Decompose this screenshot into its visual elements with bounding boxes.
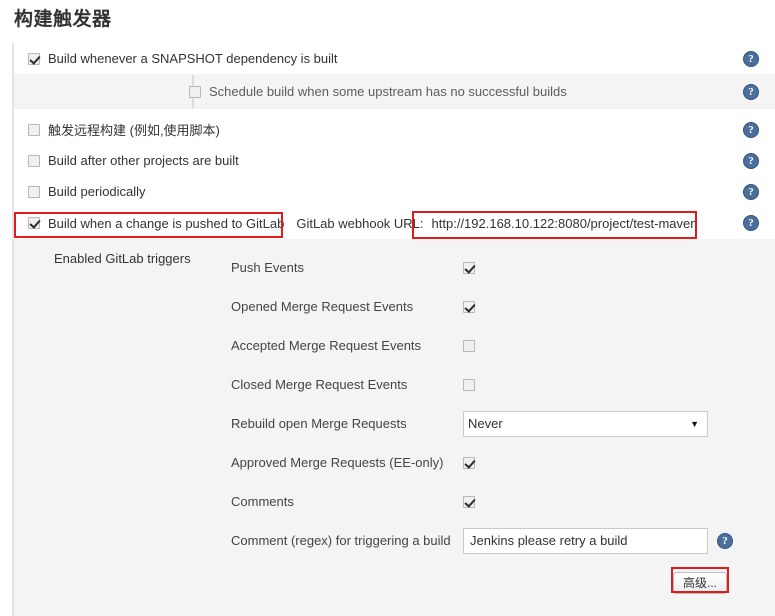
checkbox-snapshot-dependency[interactable] [28, 52, 40, 65]
advanced-button-area: 高级... [14, 560, 775, 600]
gitlab-trigger-row-opened-merge-request-events[interactable]: Opened Merge Request Events [14, 287, 775, 326]
label-opened-merge-request-events: Opened Merge Request Events [231, 299, 414, 314]
checkbox-comments[interactable] [463, 495, 475, 508]
checkbox-closed-merge-request-events[interactable] [463, 378, 475, 391]
gitlab-trigger-row-closed-merge-request-events[interactable]: Closed Merge Request Events [14, 365, 775, 404]
control-closed-merge-request-events[interactable] [463, 378, 475, 391]
trigger-label-snapshot-dependency: Build whenever a SNAPSHOT dependency is … [48, 51, 338, 66]
advanced-button[interactable]: 高级... [672, 572, 727, 594]
control-comment-regex[interactable]: ? [463, 527, 733, 554]
webhook-url-label: GitLab webhook URL: [296, 215, 424, 231]
trigger-label-build-periodically: Build periodically [48, 184, 146, 199]
trigger-row-build-periodically[interactable]: Build periodically ? [14, 176, 775, 207]
page-title: 构建触发器 [14, 9, 112, 30]
trigger-row-snapshot-dependency[interactable]: Build whenever a SNAPSHOT dependency is … [14, 43, 775, 74]
help-icon-build-periodically[interactable]: ? [743, 183, 759, 200]
label-comment-regex: Comment (regex) for triggering a build [231, 533, 451, 548]
rebuild-select-wrapper[interactable]: Never ▼ [463, 410, 708, 437]
checkbox-schedule-upstream[interactable] [189, 85, 201, 98]
comment-regex-input[interactable] [463, 527, 708, 554]
trigger-label-after-other-projects: Build after other projects are built [48, 153, 239, 168]
gitlab-triggers-block: Enabled GitLab triggers Push Events Open… [14, 239, 775, 616]
checkbox-after-other-projects[interactable] [28, 154, 40, 167]
help-icon-snapshot-dependency[interactable]: ? [743, 50, 759, 67]
help-icon-remote-build[interactable]: ? [743, 121, 759, 138]
checkbox-push-events[interactable] [463, 261, 475, 274]
label-rebuild-open-merge-requests: Rebuild open Merge Requests [231, 416, 407, 431]
label-closed-merge-request-events: Closed Merge Request Events [231, 377, 408, 392]
control-approved-merge-requests[interactable] [463, 456, 475, 469]
checkbox-accepted-merge-request-events[interactable] [463, 339, 475, 352]
checkbox-gitlab-push[interactable] [28, 217, 40, 229]
label-approved-merge-requests: Approved Merge Requests (EE-only) [231, 455, 444, 470]
rebuild-open-merge-requests-select[interactable]: Never [463, 410, 708, 437]
help-icon-comment-regex[interactable]: ? [717, 532, 733, 549]
help-icon-gitlab-push[interactable]: ? [743, 215, 759, 231]
control-comments[interactable] [463, 495, 475, 508]
trigger-label-gitlab-push: Build when a change is pushed to GitLab [48, 215, 285, 231]
gitlab-trigger-row-comment-regex[interactable]: Comment (regex) for triggering a build ? [14, 521, 775, 560]
gitlab-trigger-row-comments[interactable]: Comments [14, 482, 775, 521]
gitlab-trigger-row-accepted-merge-request-events[interactable]: Accepted Merge Request Events [14, 326, 775, 365]
control-push-events[interactable] [463, 261, 475, 274]
label-accepted-merge-request-events: Accepted Merge Request Events [231, 338, 422, 353]
help-icon-schedule-upstream[interactable]: ? [743, 83, 759, 100]
trigger-row-gitlab-push[interactable]: Build when a change is pushed to GitLab … [14, 207, 775, 239]
control-rebuild-open-merge-requests[interactable]: Never ▼ [463, 410, 708, 437]
gitlab-trigger-row-push-events[interactable]: Push Events [14, 248, 775, 287]
gitlab-trigger-row-approved-merge-requests[interactable]: Approved Merge Requests (EE-only) [14, 443, 775, 482]
help-icon-after-other-projects[interactable]: ? [743, 152, 759, 169]
label-push-events: Push Events [231, 260, 304, 275]
webhook-url-value: http://192.168.10.122:8080/project/test-… [431, 215, 698, 231]
trigger-row-remote-build[interactable]: 触发远程构建 (例如,使用脚本) ? [14, 114, 775, 145]
trigger-label-schedule-upstream: Schedule build when some upstream has no… [209, 84, 567, 99]
checkbox-build-periodically[interactable] [28, 185, 40, 198]
control-accepted-merge-request-events[interactable] [463, 339, 475, 352]
checkbox-opened-merge-request-events[interactable] [463, 300, 475, 313]
trigger-row-after-other-projects[interactable]: Build after other projects are built ? [14, 145, 775, 176]
label-comments: Comments [231, 494, 294, 509]
gitlab-trigger-row-rebuild-open-merge-requests[interactable]: Rebuild open Merge Requests Never ▼ [14, 404, 775, 443]
control-opened-merge-request-events[interactable] [463, 300, 475, 313]
checkbox-remote-build[interactable] [28, 123, 40, 136]
trigger-row-schedule-upstream[interactable]: Schedule build when some upstream has no… [14, 74, 775, 109]
build-triggers-panel: Build whenever a SNAPSHOT dependency is … [12, 43, 775, 616]
checkbox-approved-merge-requests[interactable] [463, 456, 475, 469]
trigger-label-remote-build: 触发远程构建 (例如,使用脚本) [48, 123, 220, 138]
